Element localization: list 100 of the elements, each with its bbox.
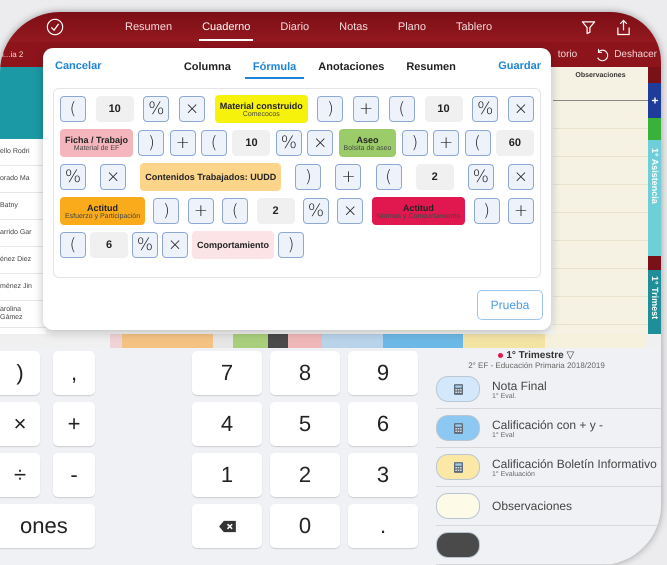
formula-operator[interactable]: (	[376, 164, 402, 190]
calculator-icon	[454, 422, 462, 434]
formula-operator[interactable]: )	[295, 164, 322, 190]
nav-tab[interactable]: Diario	[277, 13, 312, 41]
keyboard-key[interactable]: +	[53, 402, 95, 446]
item-title[interactable]: Nota Final	[492, 378, 547, 392]
formula-operator[interactable]: )	[402, 130, 428, 156]
keyboard-key[interactable]: 2	[270, 453, 340, 497]
color-pill[interactable]	[436, 415, 480, 441]
formula-operator[interactable]: ×	[179, 96, 206, 122]
formula-column-chip[interactable]: Contenidos Trabajados: UUDD	[140, 163, 282, 191]
side-tab[interactable]: 1° Trimest	[648, 270, 661, 334]
formula-operator[interactable]: )	[278, 232, 304, 258]
nav-tab[interactable]: Notas	[336, 13, 371, 41]
formula-number[interactable]: 2	[256, 198, 295, 224]
formula-number[interactable]: 10	[424, 96, 463, 122]
formula-number[interactable]: 10	[232, 130, 270, 156]
formula-operator[interactable]: %	[302, 198, 329, 224]
color-pill[interactable]	[436, 454, 480, 480]
nav-tab[interactable]: Plano	[394, 13, 430, 41]
formula-column-chip[interactable]: Comportamiento	[192, 231, 274, 259]
formula-operator[interactable]: ×	[162, 232, 188, 258]
nav-tab[interactable]: Resumen	[122, 13, 176, 41]
formula-operator[interactable]: %	[132, 232, 158, 258]
term-title[interactable]: 1° Trimestre	[506, 350, 564, 360]
formula-operator[interactable]: )	[153, 198, 180, 224]
options-key[interactable]: ones	[0, 504, 95, 548]
keyboard-key[interactable]: -	[53, 453, 95, 497]
keyboard-key[interactable]: 0	[270, 504, 340, 548]
color-pill[interactable]	[436, 376, 480, 402]
formula-operator[interactable]: %	[143, 96, 170, 122]
formula-operator[interactable]: +	[170, 130, 196, 156]
checkmark-circle-icon[interactable]	[46, 18, 64, 36]
toolbar-text[interactable]: torio	[558, 49, 578, 60]
keyboard-key[interactable]: 8	[270, 351, 340, 395]
formula-operator[interactable]: ×	[508, 164, 534, 190]
undo-icon[interactable]	[595, 48, 610, 62]
formula-number[interactable]: 2	[416, 164, 454, 190]
filter-icon[interactable]	[581, 20, 596, 34]
keyboard-key[interactable]: 9	[348, 351, 418, 395]
undo-button[interactable]: Deshacer	[614, 49, 657, 60]
formula-operator[interactable]: (	[60, 232, 86, 258]
calculator-icon	[454, 462, 462, 472]
keyboard-key[interactable]: )	[0, 351, 40, 395]
formula-operator[interactable]: +	[335, 164, 362, 190]
caret-icon[interactable]: ▽	[566, 349, 575, 361]
keyboard-key[interactable]: 5	[270, 402, 340, 446]
keyboard-key[interactable]: ×	[0, 402, 40, 446]
formula-operator[interactable]: +	[433, 130, 460, 156]
dialog-tab[interactable]: Fórmula	[244, 53, 304, 79]
dialog-tab[interactable]: Anotaciones	[310, 53, 392, 79]
formula-operator[interactable]: )	[474, 198, 500, 224]
formula-operator[interactable]: +	[188, 198, 214, 224]
formula-operator[interactable]: (	[388, 96, 415, 122]
keyboard-key[interactable]: 6	[348, 402, 418, 446]
formula-number[interactable]: 6	[90, 232, 128, 258]
keyboard-key[interactable]: 1	[192, 453, 262, 497]
course-subtitle: 2° EF - Educación Primaria 2018/2019	[468, 361, 605, 370]
column-header-block	[0, 67, 46, 139]
formula-operator[interactable]: (	[222, 198, 248, 224]
item-title[interactable]: Calificación Boletín Informativo	[492, 456, 657, 470]
formula-operator[interactable]: (	[60, 96, 86, 122]
keyboard-key[interactable]: 4	[192, 402, 262, 446]
formula-operator[interactable]: )	[317, 96, 344, 122]
formula-operator[interactable]: (	[464, 130, 490, 156]
formula-operator[interactable]: )	[138, 130, 164, 156]
item-title[interactable]: Observaciones	[492, 499, 572, 513]
formula-operator[interactable]: ×	[337, 198, 364, 224]
save-button[interactable]: Guardar	[498, 60, 541, 72]
color-pill[interactable]	[436, 493, 480, 519]
formula-operator[interactable]: ×	[307, 130, 334, 156]
formula-operator[interactable]: %	[468, 164, 494, 190]
formula-operator[interactable]: ×	[508, 96, 534, 122]
dialog-tab[interactable]: Resumen	[398, 53, 464, 79]
keyboard-key[interactable]: .	[348, 504, 418, 548]
formula-operator[interactable]: +	[508, 198, 534, 224]
keyboard-key[interactable]: 7	[192, 351, 262, 395]
formula-operator[interactable]: +	[353, 96, 380, 122]
formula-operator[interactable]: ×	[100, 164, 126, 190]
formula-operator[interactable]: %	[472, 96, 498, 122]
calculator-icon	[454, 384, 462, 394]
formula-operator[interactable]: %	[276, 130, 302, 156]
backspace-key[interactable]	[192, 504, 262, 548]
item-title[interactable]: Calificación con + y -	[492, 418, 604, 432]
keyboard-key[interactable]: ÷	[0, 453, 40, 497]
keyboard-key[interactable]: ,	[53, 351, 95, 395]
toolbar-text: i...ia 2	[2, 50, 24, 59]
color-pill[interactable]	[436, 532, 480, 558]
status-dot	[498, 352, 504, 358]
side-tab[interactable]: +	[648, 83, 661, 118]
formula-operator[interactable]: %	[60, 164, 86, 190]
formula-operator[interactable]: (	[201, 130, 228, 156]
cancel-button[interactable]: Cancelar	[55, 60, 102, 72]
formula-number[interactable]: 60	[496, 130, 534, 156]
dialog-tab[interactable]: Columna	[176, 53, 239, 79]
share-icon[interactable]	[616, 18, 631, 36]
formula-number[interactable]: 10	[96, 96, 134, 122]
nav-tab[interactable]: Tablero	[453, 13, 496, 41]
keyboard-key[interactable]: 3	[348, 453, 418, 497]
backspace-icon	[218, 520, 236, 532]
